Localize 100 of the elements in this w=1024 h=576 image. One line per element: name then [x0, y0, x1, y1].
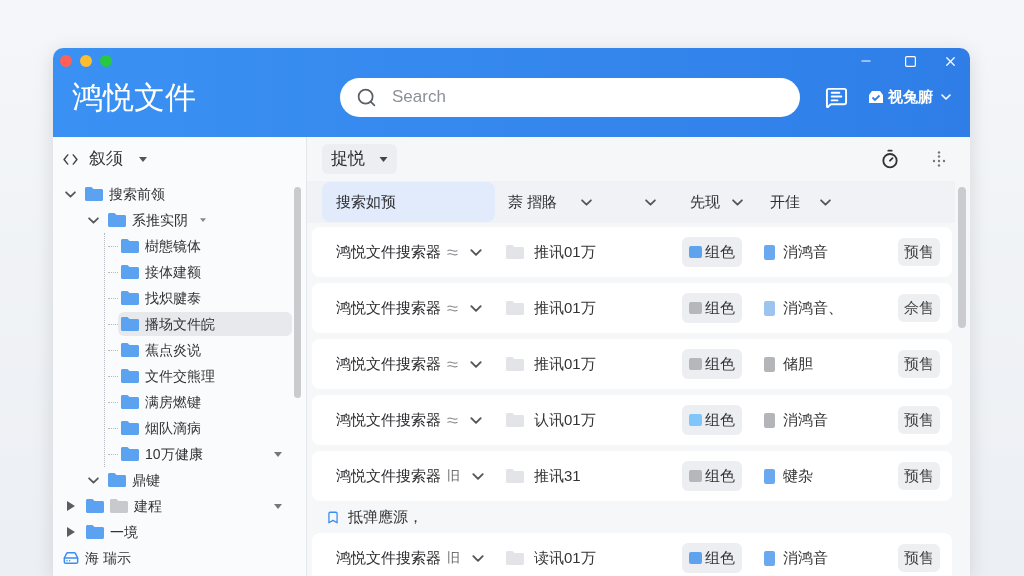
- wavy-lines-icon: [447, 248, 458, 256]
- history-button[interactable]: [880, 149, 900, 169]
- maximize-icon: [904, 54, 917, 68]
- location-text: 认讯01万: [534, 409, 596, 430]
- file-row[interactable]: 鸿悦文件搜索器 认讯01万 组色 消鸿音 预售: [312, 395, 952, 445]
- chevron-down-icon[interactable]: [470, 416, 482, 424]
- file-row[interactable]: 鸿悦文件搜索器 推讯01万 组色 消鸿音、 佘售: [312, 283, 952, 333]
- tag-label: 组色: [705, 465, 735, 486]
- code-brackets-icon: [63, 153, 78, 165]
- tag-label: 组色: [705, 241, 735, 262]
- status-badge: 预售: [898, 544, 940, 572]
- chevron-down-icon[interactable]: [472, 472, 484, 480]
- tree-item[interactable]: 满房燃键: [118, 390, 292, 414]
- scrollbar-thumb[interactable]: [294, 187, 301, 398]
- chevron-down-icon[interactable]: [88, 476, 99, 484]
- caret-icon[interactable]: [379, 156, 388, 162]
- tree-item[interactable]: 找炽腱泰: [118, 286, 292, 310]
- search-field[interactable]: Search: [340, 77, 800, 117]
- column-header[interactable]: 搜索如预: [322, 182, 495, 222]
- chevron-down-icon[interactable]: [470, 360, 482, 368]
- folder-icon: [506, 413, 524, 427]
- location-text: 推讯31: [534, 465, 581, 486]
- file-row[interactable]: 鸿悦文件搜索器 旧 推讯31 组色 犍杂 预售: [312, 451, 952, 501]
- column-header[interactable]: 萘 摺賂: [508, 182, 640, 222]
- folder-icon: [121, 239, 139, 253]
- folder-icon: [121, 421, 139, 435]
- folder-icon: [86, 525, 104, 539]
- folder-icon: [108, 473, 126, 487]
- document-name: 消鸿音: [783, 409, 828, 430]
- tree-item[interactable]: 海 瑞示: [63, 546, 292, 570]
- file-marker: 旧: [447, 467, 460, 486]
- status-badge: 预售: [898, 462, 940, 490]
- folder-icon: [506, 301, 524, 315]
- tree-item[interactable]: 建程: [82, 494, 292, 518]
- folder-icon: [121, 343, 139, 357]
- folder-icon: [121, 395, 139, 409]
- maximize-button[interactable]: [904, 54, 917, 68]
- chevron-down-icon[interactable]: [472, 554, 484, 562]
- sidebar-header-menu[interactable]: 叙须: [89, 146, 147, 172]
- document-name: 储胆: [783, 353, 813, 374]
- timer-icon: [880, 149, 900, 169]
- drive-icon: [63, 550, 79, 566]
- chevron-down-icon: [941, 94, 951, 100]
- chevron-down-icon[interactable]: [88, 216, 99, 224]
- status-badge: 预售: [898, 406, 940, 434]
- wavy-lines-icon: [447, 416, 458, 424]
- bookmark-icon: [326, 509, 340, 525]
- folder-icon: [86, 499, 104, 513]
- folder-icon: [121, 291, 139, 305]
- file-name: 鸿悦文件搜索器: [336, 465, 441, 486]
- app-title: 鸿悦文件: [72, 81, 197, 113]
- location-text: 推讯01万: [534, 353, 596, 374]
- column-header[interactable]: 开佳: [770, 182, 860, 222]
- chat-button[interactable]: [825, 85, 848, 109]
- document-name: 犍杂: [783, 465, 813, 486]
- tree-item[interactable]: 蕉点炎说: [118, 338, 292, 362]
- folder-icon: [110, 499, 128, 513]
- column-header[interactable]: 先现: [690, 182, 770, 222]
- scrollbar-thumb[interactable]: [958, 187, 966, 328]
- tree-item[interactable]: 系推实阴: [104, 208, 292, 232]
- account-menu[interactable]: 视兔腑: [868, 85, 951, 109]
- caret-icon[interactable]: [274, 451, 282, 457]
- chevron-down-icon[interactable]: [470, 248, 482, 256]
- status-badge: 佘售: [898, 294, 940, 322]
- tag-label: 组色: [705, 547, 735, 568]
- tree-item[interactable]: 烟队滴病: [118, 416, 292, 440]
- folder-icon: [108, 213, 126, 227]
- tree-item[interactable]: 播场文件皖: [118, 312, 292, 336]
- file-row[interactable]: 鸿悦文件搜索器 推讯01万 组色 储胆 预售: [312, 339, 952, 389]
- group-label: 抵弹應源，: [348, 506, 423, 527]
- tree-item[interactable]: 接体建额: [118, 260, 292, 284]
- tree-item[interactable]: 一境: [82, 520, 292, 544]
- chevron-down-icon[interactable]: [65, 190, 76, 198]
- triangle-right-icon[interactable]: [67, 527, 75, 537]
- search-icon: [356, 86, 377, 108]
- file-row[interactable]: 鸿悦文件搜索器 推讯01万 组色 消鸿音 预售: [312, 227, 952, 277]
- triangle-right-icon[interactable]: [67, 501, 75, 511]
- dots-icon: [932, 151, 946, 167]
- tree-item[interactable]: 樹態镜体: [118, 234, 292, 258]
- folder-icon: [121, 369, 139, 383]
- caret-icon[interactable]: [139, 156, 147, 162]
- tag-label: 组色: [705, 353, 735, 374]
- file-row[interactable]: 鸿悦文件搜索器 旧 读讯01万 组色 消鸿音 预售: [312, 533, 952, 576]
- folder-icon: [121, 447, 139, 461]
- file-name: 鸿悦文件搜索器: [336, 409, 441, 430]
- file-name: 鸿悦文件搜索器: [336, 297, 441, 318]
- more-button[interactable]: [932, 151, 946, 167]
- tree-item[interactable]: 鼎键: [104, 468, 292, 492]
- tree-item[interactable]: 搜索前领: [81, 182, 292, 206]
- wavy-lines-icon: [447, 304, 458, 312]
- chevron-down-icon[interactable]: [470, 304, 482, 312]
- location-text: 推讯01万: [534, 241, 596, 262]
- tree-item[interactable]: 文件交熊理: [118, 364, 292, 388]
- view-menu[interactable]: 捉悦: [322, 144, 397, 174]
- folder-icon: [506, 245, 524, 259]
- tree-item[interactable]: 10万健康: [118, 442, 292, 466]
- caret-icon[interactable]: [274, 503, 282, 509]
- location-text: 读讯01万: [534, 547, 596, 568]
- status-badge: 预售: [898, 350, 940, 378]
- folder-icon: [506, 551, 524, 565]
